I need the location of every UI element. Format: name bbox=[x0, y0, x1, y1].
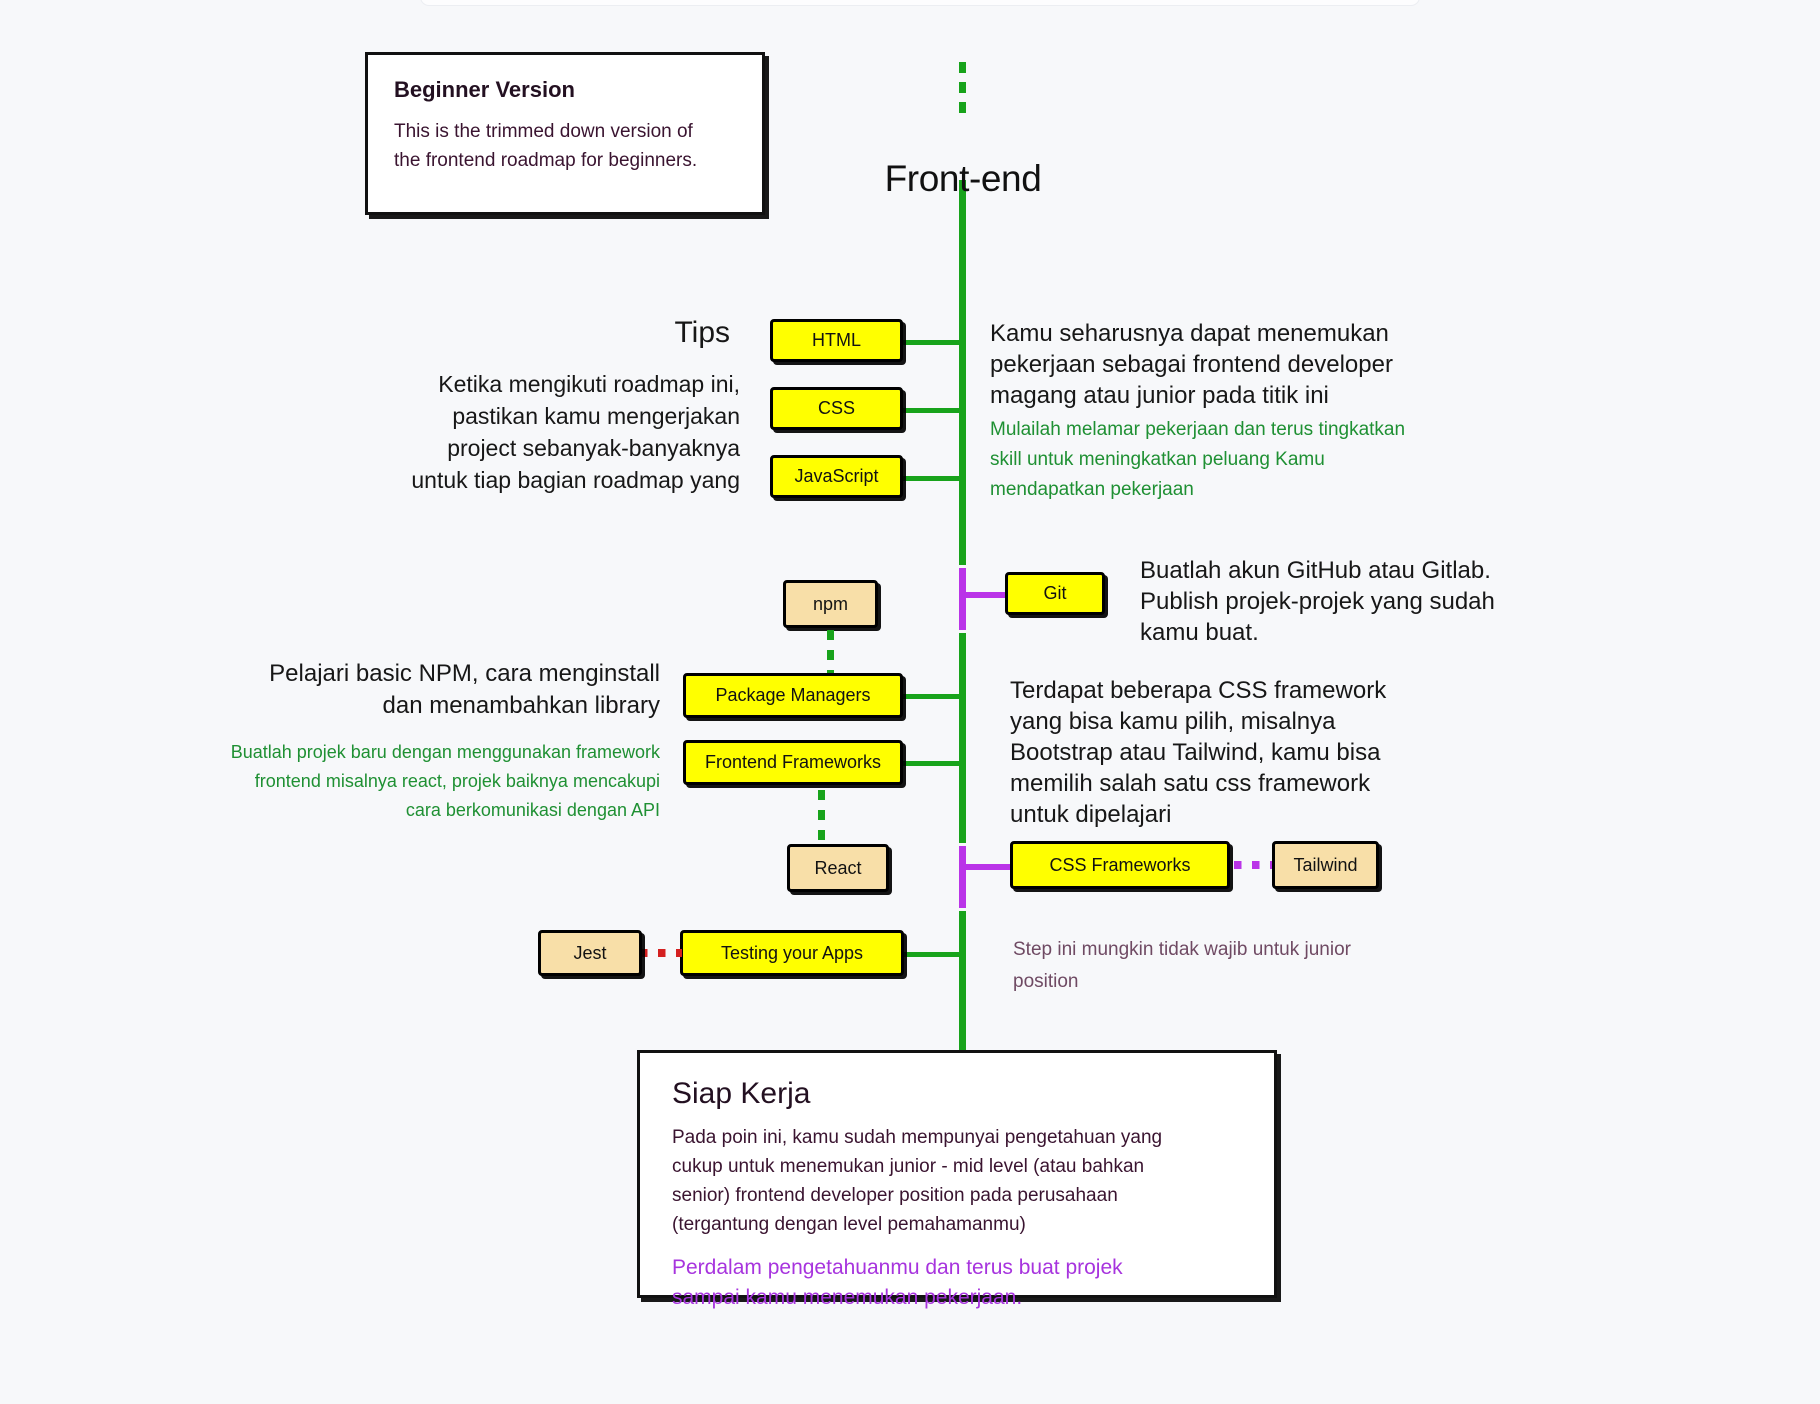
note-npm: Pelajari basic NPM, cara menginstall dan… bbox=[170, 658, 660, 722]
note-css-frameworks-line-1: Terdapat beberapa CSS framework bbox=[1010, 677, 1387, 704]
siap-kerja-accent: Perdalam pengetahuanmu dan terus buat pr… bbox=[672, 1253, 1242, 1313]
siap-kerja-accent-line-1: Perdalam pengetahuanmu dan terus buat pr… bbox=[672, 1256, 1123, 1279]
note-css-frameworks-line-5: untuk dipelajari bbox=[1010, 801, 1172, 828]
note-css-frameworks-line-3: Bootstrap atau Tailwind, kamu bisa bbox=[1010, 739, 1381, 766]
top-bar-strip bbox=[420, 0, 1420, 6]
siap-kerja-accent-line-2: sampai kamu menemukan pekerjaan. bbox=[672, 1286, 1023, 1309]
tips-line-3: project sebanyak-banyaknya bbox=[447, 435, 740, 461]
note-job-sub-line-2: skill untuk meningkatkan peluang Kamu bbox=[990, 449, 1325, 470]
connector-jest-dotted bbox=[640, 949, 682, 957]
siap-kerja-body-line-4: (tergantung dengan level pemahamanmu) bbox=[672, 1214, 1026, 1235]
connector-javascript bbox=[903, 476, 963, 481]
siap-kerja-body-line-3: senior) frontend developer position pada… bbox=[672, 1185, 1118, 1206]
note-css-frameworks-line-4: memilih salah satu css framework bbox=[1010, 770, 1371, 797]
node-html[interactable]: HTML bbox=[770, 319, 903, 362]
note-testing-line-1: Step ini mungkin tidak wajib untuk junio… bbox=[1013, 939, 1351, 960]
note-job-sub-line-3: mendapatkan pekerjaan bbox=[990, 479, 1194, 500]
note-testing: Step ini mungkin tidak wajib untuk junio… bbox=[1013, 934, 1453, 998]
note-npm-sub: Buatlah projek baru dengan menggunakan f… bbox=[150, 738, 660, 825]
siap-kerja-body-line-1: Pada poin ini, kamu sudah mempunyai peng… bbox=[672, 1127, 1163, 1148]
spine-purple-git bbox=[959, 568, 966, 630]
note-css-frameworks-line-2: yang bisa kamu pilih, misalnya bbox=[1010, 708, 1336, 735]
note-job-sub-line-1: Mulailah melamar pekerjaan dan terus tin… bbox=[990, 419, 1406, 440]
note-npm-sub-line-2: frontend misalnya react, projek baiknya … bbox=[254, 771, 660, 791]
tips-line-2: pastikan kamu mengerjakan bbox=[452, 403, 740, 429]
note-npm-sub-line-3: cara berkomunikasi dengan API bbox=[405, 800, 660, 820]
connector-css bbox=[903, 408, 963, 413]
note-job-main-line-3: magang atau junior pada titik ini bbox=[990, 382, 1329, 409]
node-package-managers[interactable]: Package Managers bbox=[683, 673, 903, 718]
tips-heading: Tips bbox=[674, 316, 730, 349]
note-npm-sub-line-1: Buatlah projek baru dengan menggunakan f… bbox=[230, 742, 660, 762]
note-job-sub: Mulailah melamar pekerjaan dan terus tin… bbox=[990, 415, 1490, 505]
connector-package-managers bbox=[903, 694, 963, 699]
beginner-version-line-1: This is the trimmed down version of bbox=[394, 121, 693, 142]
roadmap-canvas: Front-end Beginner Version This is the t… bbox=[0, 0, 1820, 1404]
note-git-line-3: kamu buat. bbox=[1140, 619, 1259, 646]
node-jest[interactable]: Jest bbox=[538, 930, 642, 976]
note-npm-line-2: dan menambahkan library bbox=[382, 692, 661, 719]
connector-git bbox=[963, 592, 1008, 598]
note-git: Buatlah akun GitHub atau Gitlab. Publish… bbox=[1140, 555, 1600, 648]
node-react[interactable]: React bbox=[787, 844, 889, 892]
tips-line-4: untuk tiap bagian roadmap yang bbox=[411, 467, 740, 493]
spine-segment-1 bbox=[959, 180, 966, 565]
note-git-line-2: Publish projek-projek yang sudah bbox=[1140, 588, 1495, 615]
tips-line-1: Ketika mengikuti roadmap ini, bbox=[438, 371, 740, 397]
connector-testing bbox=[903, 952, 963, 957]
tips-body: Ketika mengikuti roadmap ini, pastikan k… bbox=[250, 368, 740, 496]
node-tailwind[interactable]: Tailwind bbox=[1272, 841, 1379, 889]
siap-kerja-body: Pada poin ini, kamu sudah mempunyai peng… bbox=[672, 1123, 1242, 1239]
node-git[interactable]: Git bbox=[1005, 572, 1105, 615]
spine-segment-3 bbox=[959, 911, 966, 1051]
spine-segment-2 bbox=[959, 633, 966, 843]
note-css-frameworks: Terdapat beberapa CSS framework yang bis… bbox=[1010, 675, 1480, 830]
node-testing[interactable]: Testing your Apps bbox=[680, 930, 904, 976]
spine-dotted-top bbox=[959, 62, 966, 118]
connector-react-dotted bbox=[818, 790, 825, 846]
connector-frontend-frameworks bbox=[903, 761, 963, 766]
note-job-main: Kamu seharusnya dapat menemukan pekerjaa… bbox=[990, 318, 1490, 411]
beginner-version-line-2: the frontend roadmap for beginners. bbox=[394, 150, 698, 171]
note-git-line-1: Buatlah akun GitHub atau Gitlab. bbox=[1140, 557, 1491, 584]
node-css[interactable]: CSS bbox=[770, 387, 903, 430]
siap-kerja-heading: Siap Kerja bbox=[672, 1077, 811, 1110]
siap-kerja-body-line-2: cukup untuk menemukan junior - mid level… bbox=[672, 1156, 1145, 1177]
node-css-frameworks[interactable]: CSS Frameworks bbox=[1010, 841, 1230, 889]
page-title: Front-end bbox=[884, 158, 1042, 199]
node-javascript[interactable]: JavaScript bbox=[770, 455, 903, 498]
note-testing-line-2: position bbox=[1013, 971, 1079, 992]
connector-tailwind-dotted bbox=[1234, 861, 1274, 869]
beginner-version-panel: Beginner Version This is the trimmed dow… bbox=[365, 52, 765, 215]
connector-html bbox=[903, 340, 963, 345]
siap-kerja-panel: Siap Kerja Pada poin ini, kamu sudah mem… bbox=[637, 1050, 1277, 1309]
node-frontend-frameworks[interactable]: Frontend Frameworks bbox=[683, 740, 903, 785]
connector-css-frameworks bbox=[963, 864, 1013, 870]
beginner-version-heading: Beginner Version bbox=[394, 77, 575, 102]
note-job-main-line-2: pekerjaan sebagai frontend developer bbox=[990, 351, 1393, 378]
note-job-main-line-1: Kamu seharusnya dapat menemukan bbox=[990, 320, 1389, 347]
node-npm[interactable]: npm bbox=[783, 580, 878, 628]
spine-purple-cssfw bbox=[959, 846, 966, 908]
note-npm-line-1: Pelajari basic NPM, cara menginstall bbox=[269, 660, 660, 687]
